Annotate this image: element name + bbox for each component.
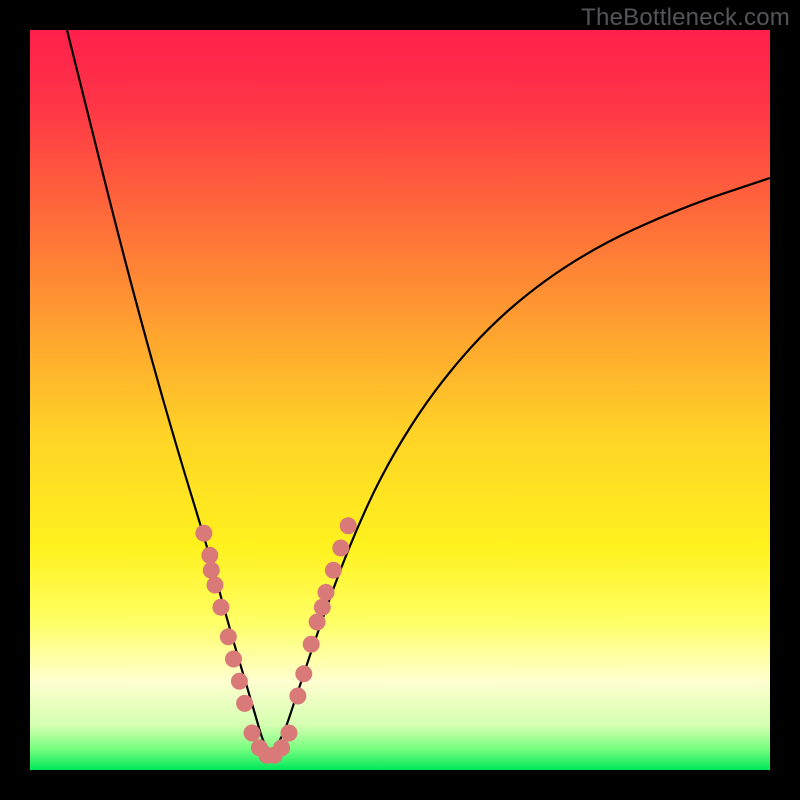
highlight-dot — [281, 725, 298, 742]
highlight-dot — [212, 599, 229, 616]
highlight-dot — [289, 688, 306, 705]
chart-frame: { "watermark": "TheBottleneck.com", "cha… — [0, 0, 800, 800]
highlight-dot — [340, 517, 357, 534]
highlight-dot — [236, 695, 253, 712]
highlight-dot — [318, 584, 335, 601]
highlight-dot — [225, 651, 242, 668]
highlight-dot — [207, 577, 224, 594]
highlight-dot — [303, 636, 320, 653]
highlight-dot — [332, 540, 349, 557]
highlight-dot — [325, 562, 342, 579]
highlight-dot — [314, 599, 331, 616]
highlight-dot — [309, 614, 326, 631]
highlight-dot — [203, 562, 220, 579]
highlight-dot — [295, 665, 312, 682]
watermark-text: TheBottleneck.com — [581, 4, 790, 32]
highlight-dot — [195, 525, 212, 542]
highlight-dot — [220, 628, 237, 645]
highlight-dot — [231, 673, 248, 690]
plot-background — [30, 30, 770, 770]
bottleneck-chart — [0, 0, 800, 800]
highlight-dot — [244, 725, 261, 742]
highlight-dot — [201, 547, 218, 564]
highlight-dot — [273, 739, 290, 756]
